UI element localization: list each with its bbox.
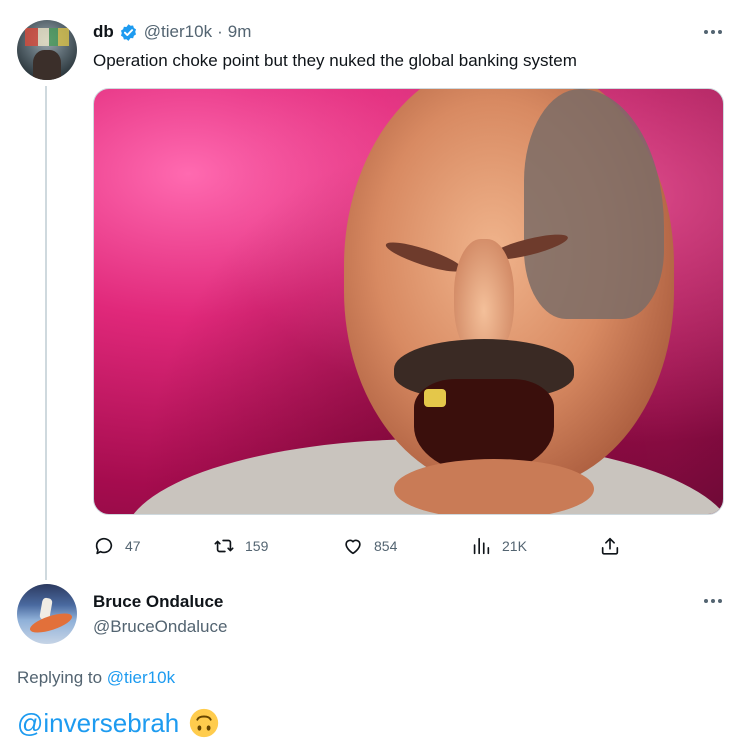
- views-count: 21K: [502, 538, 527, 554]
- share-button[interactable]: [599, 532, 621, 560]
- reply-author-handle[interactable]: @BruceOndaluce: [93, 617, 227, 637]
- avatar-screens: [25, 28, 69, 46]
- thread-connector-line: [45, 86, 47, 580]
- more-icon[interactable]: [701, 22, 725, 42]
- retweet-icon: [214, 539, 234, 553]
- tweet-header: db @tier10k · 9m: [93, 20, 251, 44]
- retweet-button[interactable]: 159: [213, 532, 268, 560]
- like-count: 854: [374, 538, 398, 554]
- like-button[interactable]: 854: [342, 532, 397, 560]
- verified-badge-icon: [120, 23, 136, 41]
- avatar-figure: [33, 50, 61, 80]
- replying-to-line: Replying to @tier10k: [17, 668, 175, 688]
- reply-author-avatar[interactable]: [17, 584, 77, 644]
- reply-button[interactable]: 47: [93, 532, 141, 560]
- author-name[interactable]: db: [93, 22, 114, 42]
- views-button[interactable]: 21K: [470, 532, 527, 560]
- separator-dot: ·: [217, 22, 223, 41]
- tweet-text: Operation choke point but they nuked the…: [93, 51, 577, 70]
- reply-icon: [95, 537, 113, 555]
- share-icon: [601, 537, 619, 555]
- heart-icon: [345, 539, 361, 555]
- replying-to-handle[interactable]: @tier10k: [107, 668, 175, 687]
- reply-text: @inversebrah: [17, 705, 219, 741]
- reply-more-icon[interactable]: [701, 591, 725, 611]
- author-handle[interactable]: @tier10k: [144, 22, 212, 42]
- upside-down-face-emoji-icon: [190, 708, 219, 738]
- reply-count: 47: [125, 538, 141, 554]
- mention-link[interactable]: @inversebrah: [17, 705, 179, 741]
- retweet-count: 159: [245, 538, 269, 554]
- author-avatar[interactable]: [17, 20, 77, 80]
- tweet-actions-bar: 47 159 854 21K: [93, 532, 633, 560]
- tweet-media-photo[interactable]: [93, 88, 724, 515]
- reply-author-name[interactable]: Bruce Ondaluce: [93, 592, 223, 612]
- tweet-timestamp[interactable]: 9m: [228, 22, 252, 42]
- views-icon: [473, 537, 490, 555]
- replying-prefix: Replying to: [17, 668, 103, 687]
